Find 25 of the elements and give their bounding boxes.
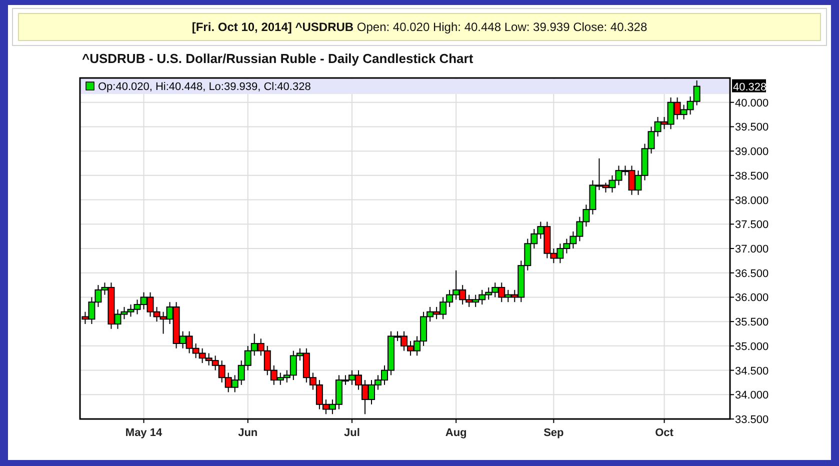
x-axis-label: Aug — [445, 427, 467, 439]
y-axis-label: 36.000 — [735, 292, 769, 304]
y-axis-label: 37.500 — [735, 219, 769, 232]
y-axis-label: 38.000 — [735, 194, 769, 207]
y-axis-label: 35.500 — [735, 316, 769, 329]
y-axis-label: 38.500 — [735, 170, 769, 182]
x-axis-label: Jun — [238, 427, 258, 439]
legend-swatch-icon — [86, 82, 94, 90]
quote-summary: [Fri. Oct 10, 2014] ^USDRUB Open: 40.020 High: 40.448 Low: 39.939 Close: 40.328 — [18, 13, 821, 41]
x-axis-label: Jul — [344, 427, 360, 439]
x-axis-label: Oct — [655, 427, 674, 439]
x-axis-label: Sep — [544, 427, 564, 439]
legend-text: Op:40.020, Hi:40.448, Lo:39.939, Cl:40.328 — [98, 81, 311, 93]
x-axis-label: May 14 — [125, 427, 162, 439]
y-axis-label: 40.000 — [735, 97, 769, 110]
y-axis-label: 33.500 — [735, 414, 769, 426]
y-axis-label: 37.000 — [735, 244, 769, 256]
y-axis-label: 39.000 — [735, 146, 769, 158]
y-axis-label: 34.500 — [735, 365, 769, 378]
y-axis-label: 39.500 — [735, 122, 769, 134]
y-axis-label: 34.000 — [735, 390, 769, 402]
y-axis-label: 36.500 — [735, 268, 769, 280]
y-axis-label: 35.000 — [735, 340, 769, 353]
chart-title: ^USDRUB - U.S. Dollar/Russian Ruble - Daily Candlestick Chart — [82, 51, 474, 67]
current-price-label: 40.328 — [732, 79, 767, 94]
